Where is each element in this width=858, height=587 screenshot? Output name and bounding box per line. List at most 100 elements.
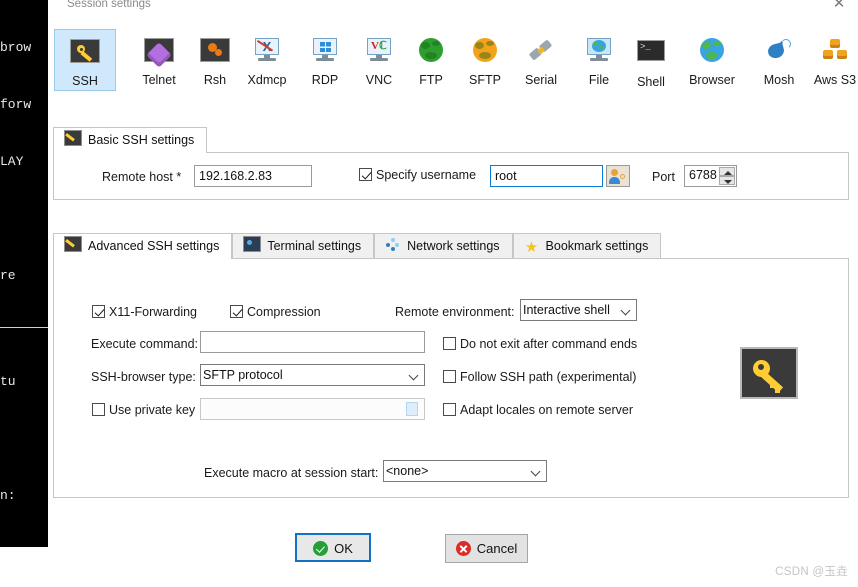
terminal-bottom-filler — [0, 547, 48, 587]
terminal-line: re — [0, 268, 24, 283]
protocol-label: Xdmcp — [247, 73, 287, 87]
protocol-browser[interactable]: Browser — [672, 29, 752, 91]
blue-globe-icon — [696, 38, 728, 70]
remote-environment-label: Remote environment: — [395, 305, 515, 319]
protocol-ssh[interactable]: SSH — [54, 29, 116, 91]
do-not-exit-checkbox[interactable]: Do not exit after command ends — [443, 336, 637, 352]
file-monitor-icon — [583, 38, 615, 70]
protocol-serial[interactable]: Serial — [510, 29, 572, 91]
tab-advanced-ssh-settings[interactable]: Advanced SSH settings — [53, 233, 233, 259]
checkbox-label: Specify username — [376, 168, 477, 182]
plug-icon — [525, 38, 557, 70]
tab-network-settings[interactable]: Network settings — [374, 233, 513, 259]
wrench-icon — [64, 130, 82, 146]
x11-forwarding-checkbox[interactable]: X11-Forwarding — [92, 304, 197, 320]
watermark: CSDN @玉垚 — [775, 566, 848, 578]
private-key-path-input[interactable] — [200, 398, 425, 420]
remote-environment-select[interactable]: Interactive shell — [520, 299, 637, 321]
port-spinner-arrows[interactable] — [719, 167, 735, 185]
checkbox-label: Compression — [247, 305, 321, 319]
basic-tabstrip: Basic SSH settings — [53, 127, 208, 153]
protocol-aws-s3[interactable]: Aws S3 — [800, 29, 858, 91]
spinner-down-icon[interactable] — [719, 176, 735, 185]
close-icon[interactable]: ✕ — [828, 0, 850, 14]
ok-button[interactable]: OK — [295, 533, 371, 562]
checkbox-box — [92, 305, 105, 318]
dialog-titlebar: Session settings ✕ — [48, 0, 858, 14]
terminal-line: forw — [0, 97, 32, 112]
orange-globe-icon — [469, 38, 501, 70]
terminal-line: n: — [0, 488, 16, 503]
checkbox-box — [359, 168, 372, 181]
file-icon[interactable] — [406, 402, 418, 416]
ssh-browser-type-label: SSH-browser type: — [91, 370, 196, 384]
network-icon — [385, 238, 401, 252]
tab-terminal-settings[interactable]: Terminal settings — [232, 233, 375, 259]
terminal-icon — [243, 236, 262, 252]
protocol-label: Aws S3 — [813, 73, 857, 87]
tab-label: Basic SSH settings — [88, 133, 195, 147]
checkbox-label: Adapt locales on remote server — [460, 403, 634, 417]
x-circle-icon — [455, 541, 471, 556]
advanced-settings-group: Advanced SSH settings Terminal settings … — [53, 233, 849, 498]
execute-macro-select-wrap: <none> — [383, 460, 547, 482]
wrench-icon — [64, 236, 82, 252]
compression-checkbox[interactable]: Compression — [230, 304, 321, 320]
checkbox-label: X11-Forwarding — [109, 305, 198, 319]
protocol-sftp[interactable]: SFTP — [454, 29, 516, 91]
protocol-label: Telnet — [142, 73, 176, 87]
protocol-xdmcp[interactable]: X Xdmcp — [236, 29, 298, 91]
protocol-ftp[interactable]: FTP — [400, 29, 462, 91]
use-private-key-checkbox[interactable]: Use private key — [92, 402, 195, 418]
tab-label: Network settings — [407, 239, 500, 253]
checkbox-label: Use private key — [109, 403, 196, 417]
satellite-dish-icon — [763, 38, 795, 70]
execute-command-input[interactable] — [200, 331, 425, 353]
tab-bookmark-settings[interactable]: ★ Bookmark settings — [512, 233, 662, 259]
check-circle-icon — [313, 541, 329, 556]
remote-host-label: Remote host * — [102, 170, 182, 184]
port-value: 6788 — [689, 168, 717, 182]
cancel-label: Cancel — [476, 541, 518, 556]
checkbox-box — [443, 337, 456, 350]
star-icon: ★ — [524, 239, 539, 256]
port-label: Port — [652, 170, 675, 184]
advanced-panel-body: X11-Forwarding Compression Remote enviro… — [53, 258, 849, 498]
port-stepper[interactable]: 6788 — [684, 165, 737, 187]
ok-label: OK — [334, 541, 353, 556]
checkbox-box — [443, 370, 456, 383]
aws-cubes-icon — [819, 38, 851, 70]
dialog-title: Session settings — [67, 0, 151, 10]
terminal-line: brow — [0, 40, 32, 55]
session-settings-dialog: Session settings ✕ SSH Telnet Rsh Xdmcp … — [48, 0, 858, 587]
adapt-locales-checkbox[interactable]: Adapt locales on remote server — [443, 402, 633, 418]
checkbox-label: Do not exit after command ends — [460, 337, 638, 351]
cancel-button[interactable]: Cancel — [445, 534, 528, 563]
username-input[interactable] — [490, 165, 603, 187]
tab-basic-ssh-settings[interactable]: Basic SSH settings — [53, 127, 208, 153]
remote-host-input[interactable] — [194, 165, 312, 187]
ssh-browser-type-select[interactable]: SFTP protocol — [200, 364, 425, 386]
key-icon — [69, 39, 101, 71]
execute-macro-label: Execute macro at session start: — [204, 466, 379, 480]
specify-username-checkbox[interactable]: Specify username — [359, 167, 476, 183]
basic-ssh-settings-group: Basic SSH settings Remote host * Specify… — [53, 127, 849, 200]
execute-macro-select[interactable]: <none> — [383, 460, 547, 482]
gears-icon — [199, 38, 231, 70]
background-terminal: brow forw LAY re tu n: bee a co Oc c6: — [0, 0, 48, 547]
user-picker-icon[interactable] — [606, 165, 630, 187]
shell-prompt-icon: >_ — [635, 40, 667, 72]
x-monitor-icon: X — [251, 38, 283, 70]
follow-ssh-path-checkbox[interactable]: Follow SSH path (experimental) — [443, 369, 636, 385]
protocol-telnet[interactable]: Telnet — [128, 29, 190, 91]
protocol-rdp[interactable]: RDP — [294, 29, 356, 91]
vnc-monitor-icon: Vℂ — [363, 38, 395, 70]
spinner-up-icon[interactable] — [719, 167, 735, 176]
advanced-tabstrip: Advanced SSH settings Terminal settings … — [53, 233, 662, 259]
private-key-badge-icon — [740, 347, 798, 399]
windows-monitor-icon — [309, 38, 341, 70]
execute-command-label: Execute command: — [91, 337, 198, 351]
terminal-line: tu — [0, 374, 24, 389]
